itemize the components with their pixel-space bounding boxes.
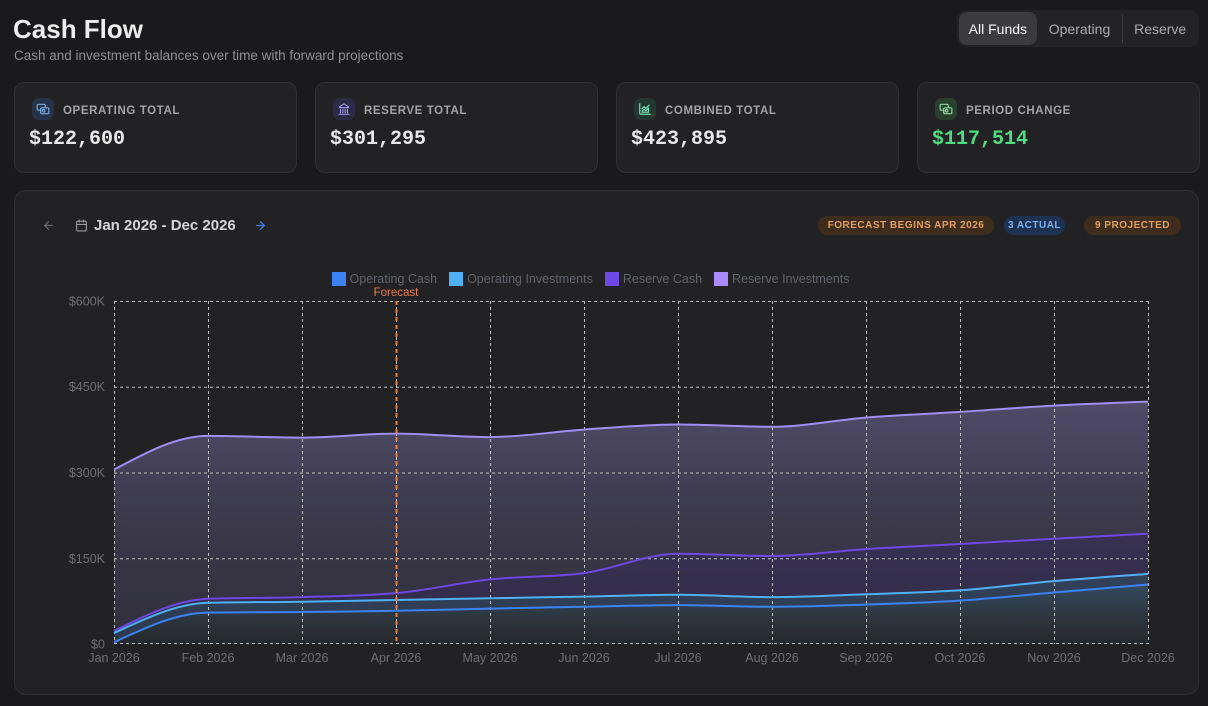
svg-text:Aug 2026: Aug 2026	[745, 651, 799, 665]
svg-text:Forecast: Forecast	[374, 287, 420, 299]
svg-text:$300K: $300K	[69, 466, 106, 480]
svg-text:Apr 2026: Apr 2026	[371, 651, 422, 665]
svg-text:Mar 2026: Mar 2026	[276, 651, 329, 665]
svg-text:Jan 2026: Jan 2026	[88, 651, 139, 665]
svg-text:May 2026: May 2026	[463, 651, 518, 665]
svg-text:$600K: $600K	[69, 295, 106, 309]
svg-text:$450K: $450K	[69, 380, 106, 394]
svg-text:Sep 2026: Sep 2026	[839, 651, 893, 665]
svg-text:Feb 2026: Feb 2026	[182, 651, 235, 665]
svg-text:$0: $0	[91, 638, 105, 652]
svg-text:$150K: $150K	[69, 552, 106, 566]
svg-text:Dec 2026: Dec 2026	[1121, 651, 1175, 665]
svg-text:Jun 2026: Jun 2026	[558, 651, 609, 665]
svg-text:Nov 2026: Nov 2026	[1027, 651, 1081, 665]
svg-text:Jul 2026: Jul 2026	[654, 651, 701, 665]
svg-text:Oct 2026: Oct 2026	[935, 651, 986, 665]
